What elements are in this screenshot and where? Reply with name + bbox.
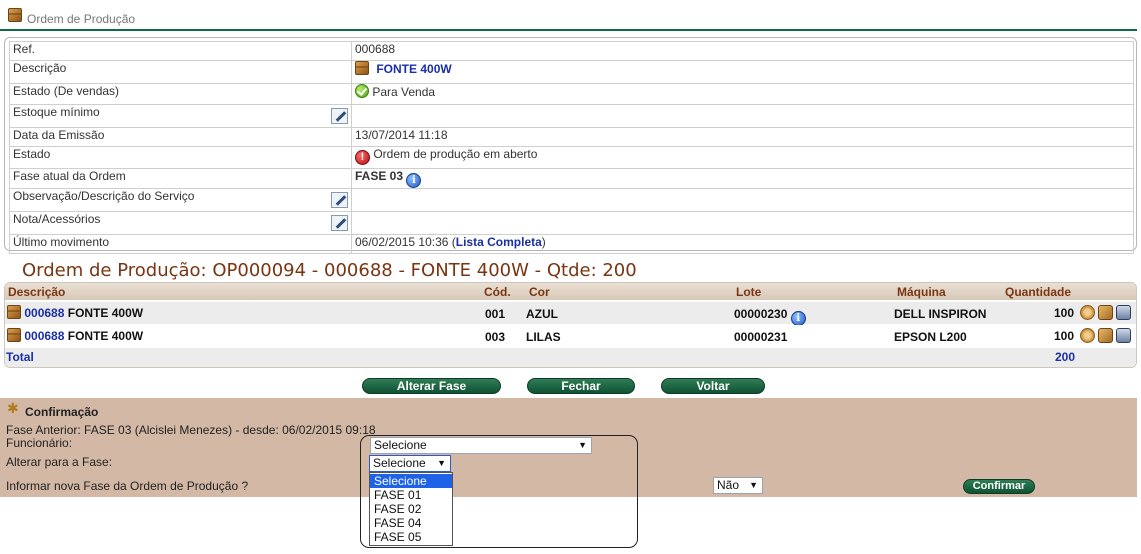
info-value: 000688 [351,41,1134,61]
sparkle-icon: ✱ [7,400,19,416]
info-row-estoque-minimo: Estoque mínimo [9,104,1134,128]
info-label: Data da Emissão [9,127,352,147]
info-value [351,104,1134,128]
informar-fase-label: Informar nova Fase da Ordem de Produção … [6,479,249,493]
package-icon [7,328,21,342]
col-maquina: Máquina [897,285,946,299]
process-icon[interactable] [1080,305,1096,320]
package-action-icon[interactable] [1098,328,1114,343]
alterar-fase-button[interactable]: Alterar Fase [362,378,501,394]
info-label: Observação/Descrição do Serviço [13,189,195,203]
items-table: Descrição Cód. Cor Lote Máquina Quantida… [4,282,1137,368]
total-value: 200 [1055,350,1076,364]
item-quantidade: 100 [1054,306,1075,320]
fechar-button[interactable]: Fechar [527,378,635,394]
info-label: Nota/Acessórios [13,212,101,226]
voltar-button[interactable]: Voltar [661,378,765,394]
info-row-observacao: Observação/Descrição do Serviço [9,188,1134,212]
production-order-title: Ordem de Produção: OP000094 - 000688 - F… [22,260,637,281]
item-description: FONTE 400W [67,306,144,320]
confirmation-title: Confirmação [25,405,99,419]
info-row-data-emissao: Data da Emissão 13/07/2014 11:18 [9,127,1134,147]
last-movement-date: 06/02/2015 10:36 [355,235,449,249]
info-row-fase-atual: Fase atual da Ordem FASE 03 i [9,168,1134,189]
confirmar-button[interactable]: Confirmar [963,479,1035,494]
table-row: 000688 FONTE 400W 003 LILAS 00000231 EPS… [5,325,1136,347]
process-icon[interactable] [1080,328,1096,343]
sales-status-value: Para Venda [372,85,436,99]
alterar-fase-label: Alterar para a Fase: [6,455,113,469]
printer-icon[interactable] [1116,305,1132,320]
fase-option[interactable]: FASE 01 [370,488,452,502]
previous-phase-text: Fase Anterior: FASE 03 (Alcislei Menezes… [6,423,376,437]
col-quantidade: Quantidade [1005,285,1072,299]
info-value [351,211,1134,235]
chevron-down-icon: ▼ [749,480,758,490]
info-label: Estado [9,146,352,169]
info-icon[interactable]: i [790,311,806,326]
item-code-link[interactable]: 000688 [24,306,64,320]
item-cod: 001 [485,307,506,321]
order-status-value: Ordem de produção em aberto [373,147,538,161]
product-info-table: Ref. 000688 Descrição FONTE 400W Estado … [9,41,1134,254]
fase-option[interactable]: Selecione [370,474,452,488]
info-label: Último movimento [9,234,352,254]
package-icon [8,8,22,22]
item-description: FONTE 400W [67,329,144,343]
product-description-link[interactable]: FONTE 400W [376,62,451,76]
info-icon[interactable]: i [406,173,422,188]
col-cod: Cód. [484,285,511,299]
funcionario-label: Funcionário: [6,436,73,450]
item-maquina: DELL INSPIRON [894,307,987,321]
col-descricao: Descrição [8,285,66,299]
fase-option[interactable]: FASE 04 [370,516,452,530]
edit-icon[interactable] [331,215,348,231]
item-cor: LILAS [526,330,561,344]
full-list-link[interactable]: Lista Completa [456,235,542,249]
edit-icon[interactable] [331,192,348,208]
col-lote: Lote [736,285,762,299]
product-info-panel: Ref. 000688 Descrição FONTE 400W Estado … [4,37,1137,254]
info-row-ultimo-movimento: Último movimento 06/02/2015 10:36 (Lista… [9,234,1134,254]
package-icon [7,305,21,319]
informar-select[interactable]: Não ▼ [713,477,763,494]
info-value [351,188,1134,212]
item-lote: 00000231 [734,330,788,344]
info-label: Estado (De vendas) [9,83,352,105]
item-code-link[interactable]: 000688 [24,329,64,343]
info-label: Ref. [9,41,352,61]
total-label: Total [6,350,34,364]
page-header: Ordem de Produção [0,0,1137,31]
info-row-estado-vendas: Estado (De vendas) Para Venda [9,83,1134,105]
check-icon [355,84,369,98]
package-icon [355,61,369,75]
printer-icon[interactable] [1116,328,1132,343]
edit-icon[interactable] [331,108,348,124]
item-quantidade: 100 [1054,329,1075,343]
fase-dropdown-list[interactable]: Selecione FASE 01 FASE 02 FASE 04 FASE 0… [369,472,453,546]
info-label: Estoque mínimo [13,105,100,119]
info-label: Descrição [9,60,352,84]
info-row-ref: Ref. 000688 [9,41,1134,61]
info-row-nota: Nota/Acessórios [9,211,1134,235]
alert-icon: ! [355,150,370,165]
col-cor: Cor [529,285,550,299]
table-row: 000688 FONTE 400W 001 AZUL 00000230 i DE… [5,302,1136,326]
fase-option[interactable]: FASE 05 [370,530,452,544]
item-cod: 003 [485,330,506,344]
table-total-row: Total 200 [5,348,1136,367]
fase-option[interactable]: FASE 02 [370,502,452,516]
package-action-icon[interactable] [1098,305,1114,320]
current-phase-value: FASE 03 [355,169,404,183]
item-lote: 00000230 [734,307,788,321]
info-row-descricao: Descrição FONTE 400W [9,60,1134,84]
item-cor: AZUL [526,307,558,321]
info-value: 13/07/2014 11:18 [351,127,1134,147]
info-label: Fase atual da Ordem [9,168,352,189]
page-title: Ordem de Produção [27,12,136,26]
items-table-header: Descrição Cód. Cor Lote Máquina Quantida… [5,283,1136,300]
info-row-estado: Estado ! Ordem de produção em aberto [9,146,1134,169]
item-maquina: EPSON L200 [894,330,967,344]
